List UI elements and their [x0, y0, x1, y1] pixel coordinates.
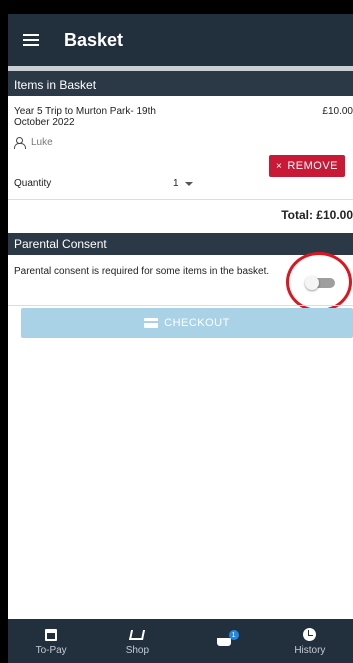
nav-label: Shop — [125, 644, 150, 656]
basket-count-badge: 1 — [228, 630, 239, 640]
nav-label: History — [294, 644, 326, 656]
checkout-button[interactable]: CHECKOUT — [21, 308, 353, 338]
person-icon — [14, 137, 26, 149]
nav-item-basket[interactable]: 1 — [181, 619, 267, 663]
quantity-label: Quantity — [14, 178, 52, 189]
bottom-nav: To-Pay Shop 1 History — [8, 619, 353, 663]
person-name: Luke — [31, 137, 53, 148]
divider — [8, 305, 353, 306]
items-section-header: Items in Basket — [8, 66, 353, 96]
item-person: Luke — [14, 137, 53, 149]
consent-section-header: Parental Consent — [8, 233, 353, 255]
basket-icon — [216, 638, 231, 646]
basket-total: Total: £10.00 — [281, 208, 353, 222]
credit-card-icon — [144, 318, 159, 328]
nav-label: To-Pay — [35, 644, 67, 656]
divider — [8, 199, 353, 200]
checkout-label: CHECKOUT — [164, 317, 230, 329]
item-name: Year 5 Trip to Murton Park- 19th October… — [14, 106, 156, 128]
quantity-value: 1 — [173, 178, 179, 189]
app-frame: Basket Items in Basket Year 5 Trip to Mu… — [8, 14, 353, 663]
menu-icon[interactable] — [23, 34, 39, 46]
nav-item-shop[interactable]: Shop — [94, 619, 180, 663]
chevron-down-icon — [184, 181, 193, 186]
quantity-select[interactable]: 1 — [173, 178, 193, 189]
app-bar: Basket — [8, 14, 353, 66]
remove-label: REMOVE — [287, 160, 339, 172]
close-icon: × — [275, 160, 283, 172]
page-title: Basket — [64, 29, 124, 50]
consent-text: Parental consent is required for some it… — [14, 266, 270, 277]
clock-icon — [303, 628, 317, 641]
nav-item-to-pay[interactable]: To-Pay — [8, 619, 94, 663]
calendar-icon — [45, 628, 58, 641]
item-price: £10.00 — [322, 106, 353, 117]
annotation-circle — [286, 252, 352, 312]
nav-item-history[interactable]: History — [267, 619, 353, 663]
remove-button[interactable]: × REMOVE — [269, 155, 345, 177]
cart-icon — [129, 629, 146, 640]
